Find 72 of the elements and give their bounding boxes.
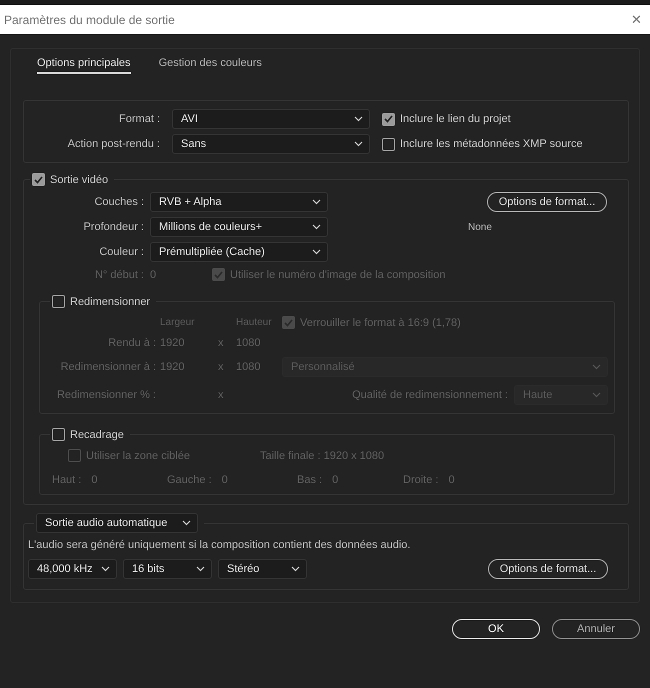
chevron-down-icon bbox=[354, 116, 363, 122]
chevron-down-icon bbox=[312, 199, 321, 205]
checkbox-text: Sortie vidéo bbox=[50, 174, 108, 186]
dropdown[interactable]: Millions de couleurs+ bbox=[150, 217, 328, 237]
checkbox-text: Recadrage bbox=[70, 428, 124, 440]
tab[interactable]: Gestion des couleurs bbox=[158, 57, 262, 74]
checkbox[interactable] bbox=[68, 449, 81, 462]
dropdown[interactable]: RVB + Alpha bbox=[150, 192, 328, 212]
checkbox[interactable] bbox=[282, 316, 295, 329]
field-label: Bas : bbox=[297, 474, 322, 486]
times-sign: x bbox=[218, 337, 224, 349]
field-label: Qualité de redimensionnement : bbox=[352, 389, 508, 401]
height-value: 1080 bbox=[236, 361, 262, 373]
close-button[interactable]: ✕ bbox=[631, 12, 642, 27]
chevron-down-icon bbox=[354, 141, 363, 147]
dropdown[interactable]: Stéréo bbox=[218, 559, 307, 579]
checkbox[interactable] bbox=[382, 112, 395, 126]
field-label: Couches : bbox=[93, 196, 144, 208]
dropdown[interactable]: 48,000 kHz bbox=[28, 559, 117, 579]
checkbox-text: Redimensionner bbox=[70, 296, 150, 308]
field-label: Redimensionner % : bbox=[56, 389, 156, 401]
cancel-button[interactable]: Annuler bbox=[552, 619, 640, 639]
chevron-down-icon bbox=[182, 520, 191, 526]
height-value: 1080 bbox=[236, 337, 262, 349]
field-label: Couleur : bbox=[98, 246, 144, 258]
dropdown[interactable]: Sans bbox=[172, 134, 370, 154]
final-size-text: Taille finale : 1920 x 1080 bbox=[260, 450, 386, 462]
checkbox[interactable] bbox=[52, 295, 65, 308]
chevron-down-icon bbox=[312, 224, 321, 230]
field-label: Droite : bbox=[403, 474, 438, 486]
field-label: Redimensionner à : bbox=[60, 361, 156, 373]
width-value: 1920 bbox=[160, 337, 186, 349]
field-label: Profondeur : bbox=[82, 221, 144, 233]
format-options-button[interactable]: Options de format... bbox=[487, 192, 607, 212]
crop-value: 0 bbox=[448, 474, 455, 486]
ok-button[interactable]: OK bbox=[452, 619, 540, 639]
dropdown[interactable]: Sortie audio automatique bbox=[36, 513, 198, 533]
checkbox-text: Inclure le lien du projet bbox=[400, 113, 511, 125]
chevron-down-icon bbox=[592, 392, 601, 398]
codec-info: None bbox=[468, 222, 492, 233]
times-sign: x bbox=[218, 361, 224, 373]
field-label: Haut : bbox=[52, 474, 82, 486]
chevron-down-icon bbox=[196, 566, 205, 572]
field-label: Action post-rendu : bbox=[66, 138, 160, 150]
audio-note: L'audio sera généré uniquement si la composition contient des données audio. bbox=[28, 539, 412, 551]
window-title: Paramètres du module de sortie bbox=[4, 12, 175, 26]
chevron-down-icon bbox=[312, 249, 321, 255]
checkbox-text: Utiliser le numéro d'image de la composition bbox=[230, 268, 446, 280]
field-label: Rendu à : bbox=[107, 337, 156, 349]
tab[interactable]: Options principales bbox=[37, 57, 131, 74]
width-value: 1920 bbox=[160, 361, 186, 373]
times-sign: x bbox=[218, 389, 224, 401]
chevron-down-icon bbox=[101, 566, 110, 572]
chevron-down-icon bbox=[592, 364, 601, 370]
checkbox-text: Verrouiller le format à 16:9 (1,78) bbox=[300, 316, 461, 328]
dropdown[interactable]: AVI bbox=[172, 109, 370, 129]
field-label: N° début : bbox=[94, 268, 144, 280]
checkbox[interactable] bbox=[32, 173, 45, 186]
dropdown[interactable]: 16 bits bbox=[123, 559, 212, 579]
chevron-down-icon bbox=[291, 566, 300, 572]
checkbox[interactable] bbox=[382, 138, 395, 150]
start-frame-value: 0 bbox=[150, 268, 158, 280]
checkbox-text: Inclure les métadonnées XMP source bbox=[400, 138, 583, 150]
crop-value: 0 bbox=[332, 474, 338, 486]
field-label: Format : bbox=[118, 113, 160, 125]
checkbox-text: Utiliser la zone ciblée bbox=[86, 450, 190, 462]
checkbox[interactable] bbox=[52, 428, 65, 441]
format-options-button[interactable]: Options de format... bbox=[488, 559, 608, 579]
crop-value: 0 bbox=[222, 474, 228, 486]
field-label: Gauche : bbox=[167, 474, 212, 486]
crop-value: 0 bbox=[91, 474, 98, 486]
dropdown[interactable]: Prémultipliée (Cache) bbox=[150, 242, 328, 262]
